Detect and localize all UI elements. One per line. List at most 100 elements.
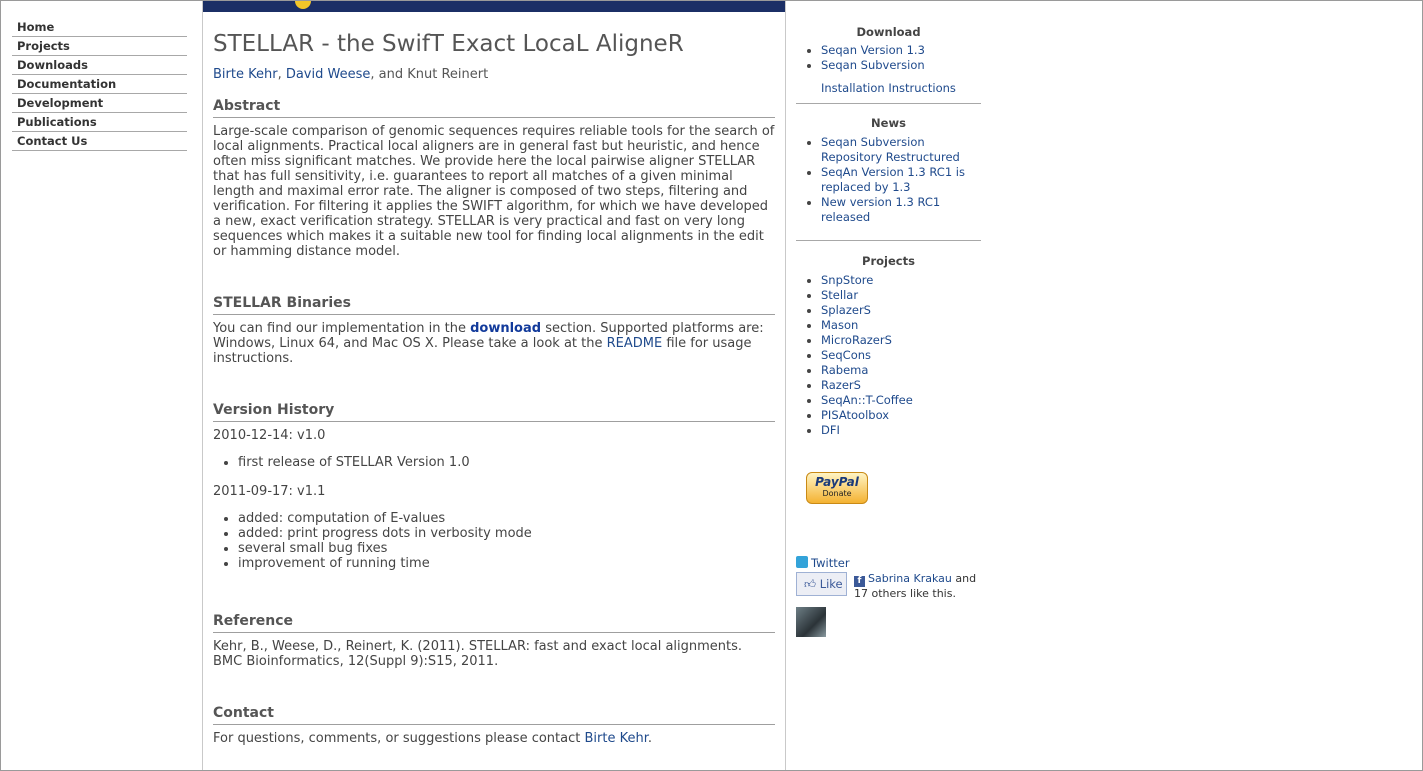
abstract-section: Abstract Large-scale comparison of genom… [213,97,775,259]
version-history-heading: Version History [213,401,775,422]
download-link[interactable]: download [470,321,541,336]
list-item: PISAtoolbox [821,408,981,423]
list-item: first release of STELLAR Version 1.0 [238,455,775,470]
contact-link-birte-kehr[interactable]: Birte Kehr [584,731,647,746]
donate-label: Donate [822,489,852,498]
projects-list: SnpStore Stellar SplazerS Mason MicroRaz… [796,273,981,438]
version-1-date: 2010-12-14: v1.0 [213,428,326,443]
list-item: Rabema [821,363,981,378]
binaries-section: STELLAR Binaries You can find our implem… [213,294,775,366]
nav-item-downloads[interactable]: Downloads [12,56,187,75]
version-2-changes: added: computation of E-values added: pr… [213,511,775,571]
binaries-text: You can find our implementation in the d… [213,321,775,366]
contact-section: Contact For questions, comments, or sugg… [213,704,775,746]
project-link[interactable]: Mason [821,318,858,332]
news-list: Seqan Subversion Repository Restructured… [796,135,981,225]
author-list: Birte Kehr, David Weese, and Knut Reiner… [213,67,775,83]
project-link[interactable]: SeqAn::T-Coffee [821,393,913,407]
version-history-section: Version History 2010-12-14: v1.0 first r… [213,401,775,571]
site-banner [203,1,785,12]
twitter-link[interactable]: Twitter [811,556,850,570]
list-item: SplazerS [821,303,981,318]
main-content-column: STELLAR - the SwifT Exact LocaL AligneR … [202,1,786,770]
paypal-donate-button[interactable]: PayPal Donate [806,472,868,504]
list-item: Mason [821,318,981,333]
like-label: Like [819,577,843,591]
project-link[interactable]: SnpStore [821,273,873,287]
abstract-heading: Abstract [213,97,775,118]
twitter-icon [796,556,808,568]
list-item: added: print progress dots in verbosity … [238,526,775,541]
author-separator: , [277,67,286,82]
contact-heading: Contact [213,704,775,725]
version-2-date: 2011-09-17: v1.1 [213,484,326,499]
twitter-link-row: Twitter [796,556,850,570]
contact-text-part: For questions, comments, or suggestions … [213,731,585,746]
divider [796,103,981,104]
seqan-subversion-link[interactable]: Seqan Subversion [821,58,925,72]
divider [796,240,981,241]
list-item: Seqan Subversion Repository Restructured [821,135,981,165]
browser-page: Home Projects Downloads Documentation De… [0,0,1423,771]
list-item: improvement of running time [238,556,775,571]
nav-item-documentation[interactable]: Documentation [12,75,187,94]
news-link-rc1-released[interactable]: New version 1.3 RC1 released [821,195,940,224]
list-item: DFI [821,423,981,438]
projects-heading: Projects [862,254,915,268]
reference-section: Reference Kehr, B., Weese, D., Reinert, … [213,612,775,669]
author-link-david-weese[interactable]: David Weese [286,67,371,82]
nav-item-projects[interactable]: Projects [12,37,187,56]
list-item: SnpStore [821,273,981,288]
list-item: Seqan Subversion [821,58,981,73]
download-heading: Download [856,25,921,39]
binaries-text-part1: You can find our implementation in the [213,321,471,336]
list-item: SeqAn::T-Coffee [821,393,981,408]
facebook-like-button[interactable]: 👍︎ Like [796,572,847,596]
download-list: Seqan Version 1.3 Seqan Subversion [796,43,981,73]
list-item: RazerS [821,378,981,393]
reference-text: Kehr, B., Weese, D., Reinert, K. (2011).… [213,639,743,669]
project-link[interactable]: Stellar [821,288,858,302]
project-link[interactable]: PISAtoolbox [821,408,889,422]
left-navigation: Home Projects Downloads Documentation De… [12,18,187,151]
contact-text: For questions, comments, or suggestions … [213,731,775,746]
installation-instructions-link[interactable]: Installation Instructions [821,81,956,95]
news-link-subversion-restructured[interactable]: Seqan Subversion Repository Restructured [821,135,960,164]
reference-heading: Reference [213,612,775,633]
project-link[interactable]: RazerS [821,378,861,392]
project-link[interactable]: SeqCons [821,348,871,362]
facebook-user-link[interactable]: Sabrina Krakau [868,572,952,585]
facebook-likes-text: f Sabrina Krakau and 17 others like this. [854,572,984,601]
nav-item-development[interactable]: Development [12,94,187,113]
nav-item-home[interactable]: Home [12,18,187,37]
list-item: added: computation of E-values [238,511,775,526]
thumbs-up-icon: 👍︎ [804,577,817,591]
article: STELLAR - the SwifT Exact LocaL AligneR … [213,29,775,746]
project-link[interactable]: MicroRazerS [821,333,892,347]
seqan-version-link[interactable]: Seqan Version 1.3 [821,43,925,57]
facebook-icon: f [854,576,865,587]
binaries-heading: STELLAR Binaries [213,294,775,315]
author-remainder: , and Knut Reinert [370,67,489,82]
nav-item-contact-us[interactable]: Contact Us [12,132,187,151]
list-item: Stellar [821,288,981,303]
project-link[interactable]: DFI [821,423,840,437]
project-link[interactable]: SplazerS [821,303,871,317]
nav-item-publications[interactable]: Publications [12,113,187,132]
list-item: several small bug fixes [238,541,775,556]
list-item: Seqan Version 1.3 [821,43,981,58]
version-1-changes: first release of STELLAR Version 1.0 [213,455,775,470]
abstract-text: Large-scale comparison of genomic sequen… [213,124,775,259]
readme-link[interactable]: README [607,336,663,351]
page-title: STELLAR - the SwifT Exact LocaL AligneR [213,31,684,57]
install-row: Installation Instructions [796,81,981,95]
list-item: MicroRazerS [821,333,981,348]
news-heading: News [871,116,906,130]
avatar[interactable] [796,607,826,637]
project-link[interactable]: Rabema [821,363,868,377]
author-link-birte-kehr[interactable]: Birte Kehr [213,67,278,82]
contact-text-end: . [647,731,652,746]
right-sidebar: Download Seqan Version 1.3 Seqan Subvers… [796,23,981,637]
news-link-rc1-replaced[interactable]: SeqAn Version 1.3 RC1 is replaced by 1.3 [821,165,965,194]
logo-icon [295,1,311,9]
